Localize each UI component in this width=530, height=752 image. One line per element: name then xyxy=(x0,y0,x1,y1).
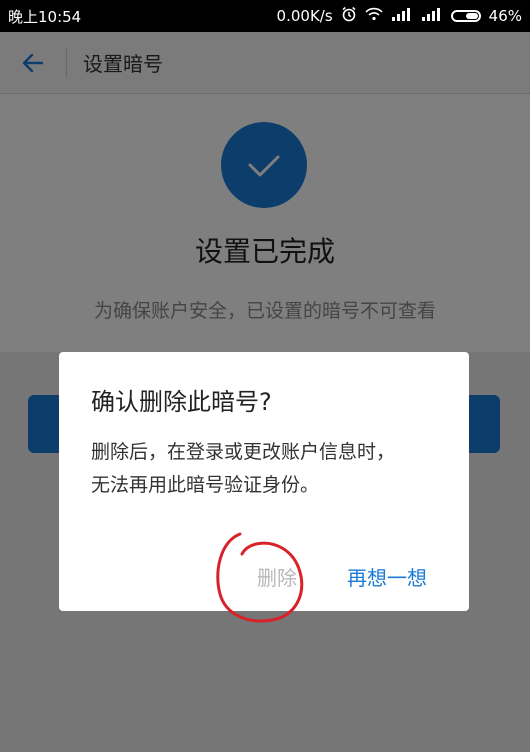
signal-icon-2 xyxy=(421,7,443,25)
dialog-message-line-1: 删除后，在登录或更改账户信息时， xyxy=(91,441,396,463)
red-annotation-circle xyxy=(216,532,304,623)
wifi-icon xyxy=(365,7,383,25)
battery-icon xyxy=(450,10,481,22)
dialog-message-line-2: 无法再用此暗号验证身份。 xyxy=(91,474,320,496)
battery-level: 46% xyxy=(488,7,522,25)
dialog-title: 确认删除此暗号? xyxy=(91,388,272,416)
net-speed: 0.00K/s xyxy=(276,7,333,25)
status-time: 晚上10:54 xyxy=(8,7,82,26)
status-bar: 晚上10:54 0.00K/s 46% xyxy=(0,0,530,32)
alarm-icon xyxy=(341,6,357,26)
rethink-button[interactable]: 再想一想 xyxy=(339,556,435,596)
status-right: 0.00K/s 46% xyxy=(277,6,522,26)
dialog-message: 删除后，在登录或更改账户信息时， 无法再用此暗号验证身份。 xyxy=(91,436,441,502)
signal-icon xyxy=(391,7,413,25)
